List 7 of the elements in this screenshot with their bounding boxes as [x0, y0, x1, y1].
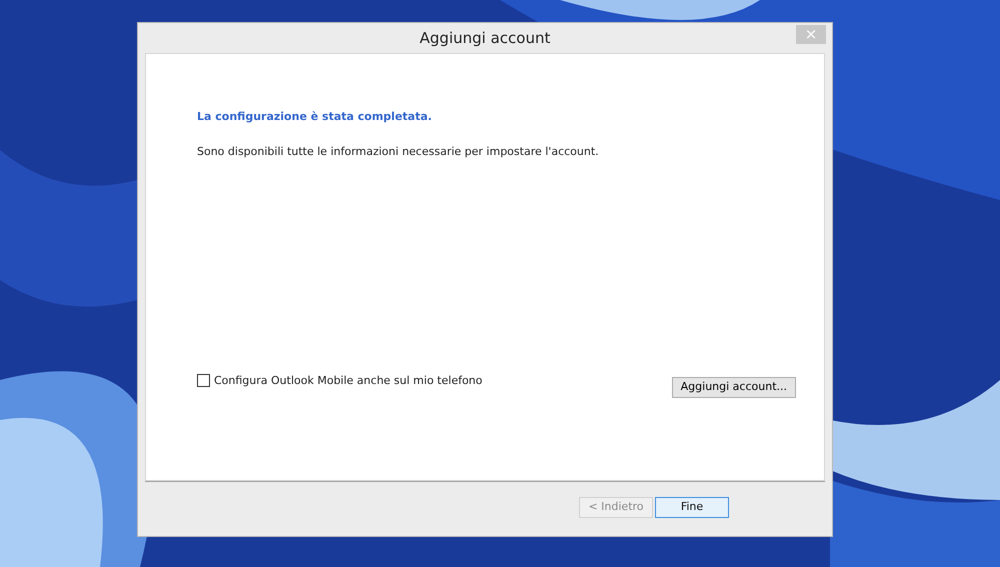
checkbox[interactable]: [197, 374, 210, 387]
dialog-button[interactable]: Fine: [655, 497, 729, 518]
window-title: Aggiungi account: [420, 28, 550, 49]
add-account-button[interactable]: Aggiungi account...: [672, 377, 796, 398]
checkbox-label[interactable]: Configura Outlook Mobile anche sul mio telefono: [214, 374, 482, 387]
heading: La configurazione è stata completata.: [197, 109, 433, 125]
message-text: Sono disponibili tutte le informazioni necessarie per impostare l'account.: [197, 144, 600, 160]
